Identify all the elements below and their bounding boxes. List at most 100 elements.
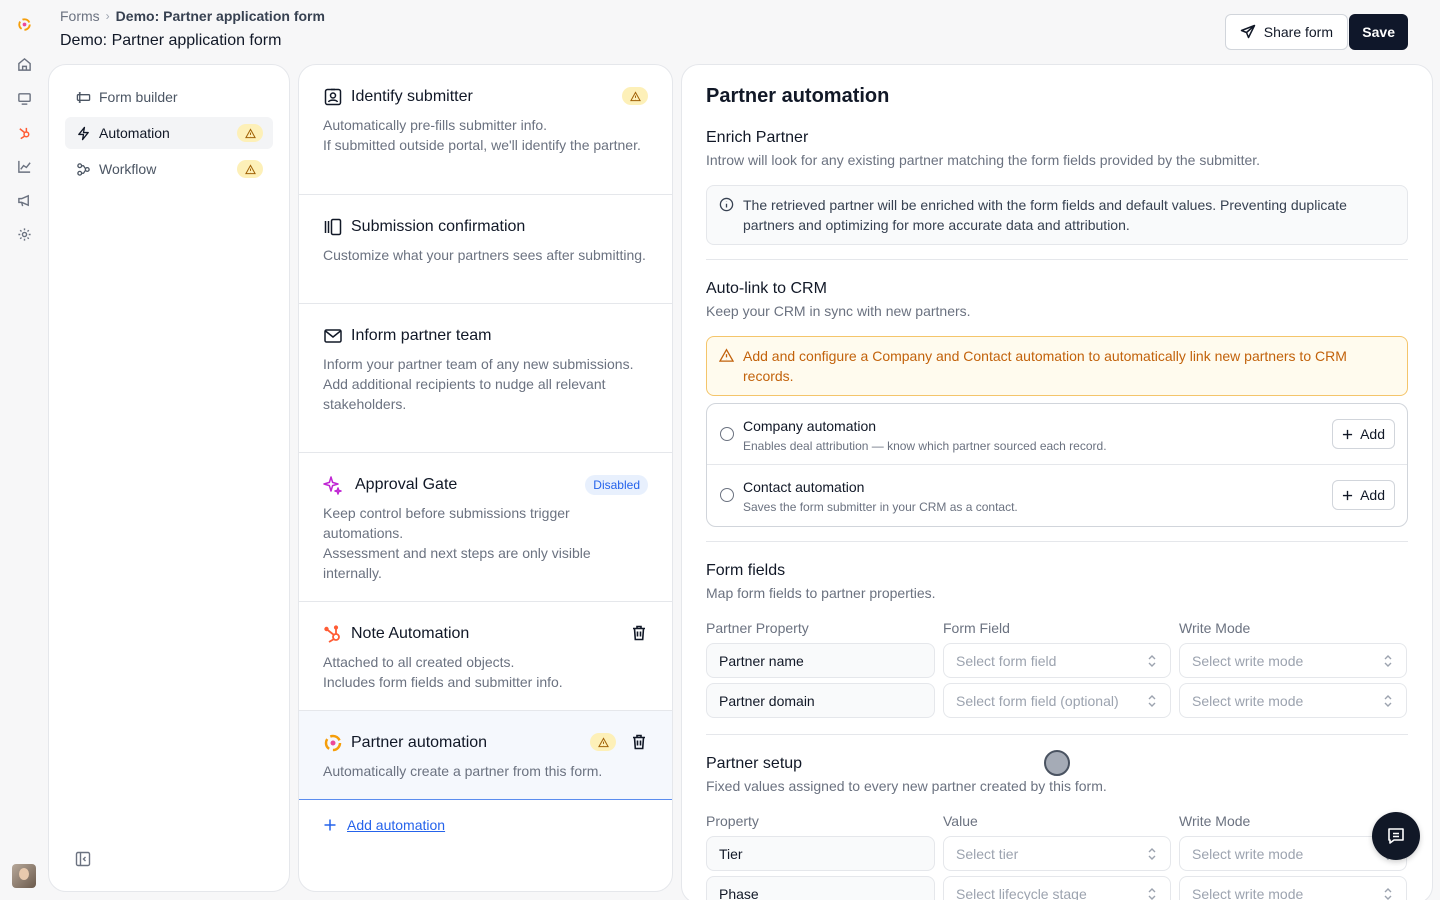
page-title: Demo: Partner application form [60, 32, 282, 49]
chevron-up-down-icon [1148, 655, 1156, 667]
add-button-label: Add [1360, 487, 1385, 503]
add-contact-automation-button[interactable]: Add [1332, 480, 1395, 510]
chevron-up-down-icon [1148, 695, 1156, 707]
form-field-select[interactable]: Select form field [943, 643, 1171, 678]
lifecycle-stage-select[interactable]: Select lifecycle stage [943, 876, 1171, 900]
crm-row-title: Company automation [743, 418, 877, 434]
automation-card-identify-submitter[interactable]: Identify submitter Automatically pre-fil… [299, 65, 672, 195]
trash-icon[interactable] [630, 733, 648, 751]
warning-badge [590, 733, 616, 751]
chevron-up-down-icon [1148, 848, 1156, 860]
crm-row-title: Contact automation [743, 479, 865, 495]
card-title: Note Automation [351, 625, 470, 642]
column-header: Form Field [943, 620, 1010, 636]
card-description-line: Add additional recipients to nudge all r… [323, 376, 606, 412]
form-builder-icon [75, 89, 91, 105]
collapse-sidebar-icon[interactable] [75, 851, 91, 867]
card-description-line: Attached to all created objects. [323, 654, 515, 670]
tier-select[interactable]: Select tier [943, 836, 1171, 871]
write-mode-select[interactable]: Select write mode [1179, 643, 1407, 678]
select-placeholder: Select write mode [1192, 845, 1304, 862]
nav-item-label: Automation [99, 125, 170, 141]
write-mode-select[interactable]: Select write mode [1179, 876, 1407, 900]
mail-icon [323, 326, 343, 346]
automation-card-approval-gate[interactable]: Approval Gate Keep control before submis… [299, 453, 672, 602]
card-description-line: Inform your partner team of any new subm… [323, 356, 634, 372]
partner-property-field: Partner domain [706, 683, 935, 718]
breadcrumb: Forms › Demo: Partner application form [60, 8, 325, 24]
automation-card-note-automation[interactable]: Note Automation Attached to all created … [299, 602, 672, 711]
select-placeholder: Select lifecycle stage [956, 885, 1087, 900]
enrich-title: Enrich Partner [706, 129, 809, 146]
form-field-select[interactable]: Select form field (optional) [943, 683, 1171, 718]
divider [706, 259, 1408, 260]
builder-nav-panel: Form builder Automation Workflow [48, 64, 290, 892]
column-header: Property [706, 813, 759, 829]
warning-badge [622, 87, 648, 105]
column-header: Write Mode [1179, 813, 1251, 829]
select-placeholder: Select form field [956, 652, 1057, 669]
lightning-icon [75, 125, 91, 141]
share-form-button[interactable]: Share form [1224, 14, 1348, 50]
chevron-up-down-icon [1148, 888, 1156, 900]
warning-icon [597, 736, 609, 747]
automation-card-inform-partner-team[interactable]: Inform partner team Inform your partner … [299, 304, 672, 453]
chevron-up-down-icon [1384, 695, 1392, 707]
detail-title: Partner automation [706, 85, 890, 107]
breadcrumb-current: Demo: Partner application form [115, 8, 325, 24]
form-fields-title: Form fields [706, 562, 786, 579]
add-automation-label: Add automation [347, 817, 446, 833]
card-title: Approval Gate [355, 476, 458, 493]
warning-icon [629, 90, 641, 101]
add-company-automation-button[interactable]: Add [1332, 419, 1395, 449]
nav-item-label: Form builder [99, 89, 178, 105]
card-description-line: Customize what your partners sees after … [323, 247, 646, 263]
trash-icon[interactable] [630, 624, 648, 642]
settings-icon[interactable] [12, 222, 36, 246]
card-description: Automatically pre-fills submitter info. … [323, 115, 648, 155]
card-description: Customize what your partners sees after … [323, 245, 648, 265]
monitor-icon[interactable] [12, 86, 36, 110]
crm-warning-text: Add and configure a Company and Contact … [743, 348, 1347, 384]
add-automation-link[interactable]: Add automation [323, 817, 445, 833]
breadcrumb-root[interactable]: Forms [60, 8, 100, 24]
radio-indicator[interactable] [720, 427, 734, 441]
plus-icon [324, 819, 336, 831]
crm-warning-box: Add and configure a Company and Contact … [706, 336, 1408, 396]
megaphone-icon[interactable] [12, 188, 36, 212]
card-title: Submission confirmation [351, 218, 526, 235]
save-button[interactable]: Save [1349, 14, 1408, 50]
avatar[interactable] [12, 864, 36, 888]
crm-subtitle: Keep your CRM in sync with new partners. [706, 303, 971, 319]
write-mode-select[interactable]: Select write mode [1179, 683, 1407, 718]
chart-icon[interactable] [12, 154, 36, 178]
page-header: Forms › Demo: Partner application form D… [60, 0, 1440, 62]
send-icon [1240, 24, 1255, 39]
select-placeholder: Select tier [956, 845, 1019, 862]
card-description-line: Keep control before submissions trigger … [323, 505, 570, 541]
automation-card-partner-automation[interactable]: Partner automation Automatically create … [299, 711, 672, 800]
status-badge: Disabled [585, 475, 648, 495]
chevron-up-down-icon [1384, 888, 1392, 900]
column-header: Value [943, 813, 978, 829]
chat-support-button[interactable] [1372, 812, 1420, 860]
nav-item-form-builder[interactable]: Form builder [65, 81, 273, 113]
automation-card-submission-confirmation[interactable]: Submission confirmation Customize what y… [299, 195, 672, 304]
crm-row-company[interactable]: Company automation Enables deal attribut… [707, 404, 1407, 465]
logo-icon[interactable] [12, 12, 36, 36]
radio-indicator[interactable] [720, 488, 734, 502]
setup-property-field: Phase [706, 876, 935, 900]
warning-icon [244, 163, 256, 174]
warning-icon [719, 348, 734, 362]
crm-row-contact[interactable]: Contact automation Saves the form submit… [707, 465, 1407, 526]
home-icon[interactable] [12, 52, 36, 76]
card-description-line: Automatically pre-fills submitter info. [323, 117, 548, 133]
nav-item-automation[interactable]: Automation [65, 117, 273, 149]
crm-row-subtitle: Enables deal attribution — know which pa… [743, 439, 1107, 453]
chevron-right-icon: › [105, 9, 110, 23]
select-placeholder: Select write mode [1192, 885, 1304, 900]
hubspot-icon[interactable] [12, 120, 36, 144]
nav-item-workflow[interactable]: Workflow [65, 153, 273, 185]
warning-badge [237, 160, 263, 178]
card-description-line: Includes form fields and submitter info. [323, 674, 563, 690]
